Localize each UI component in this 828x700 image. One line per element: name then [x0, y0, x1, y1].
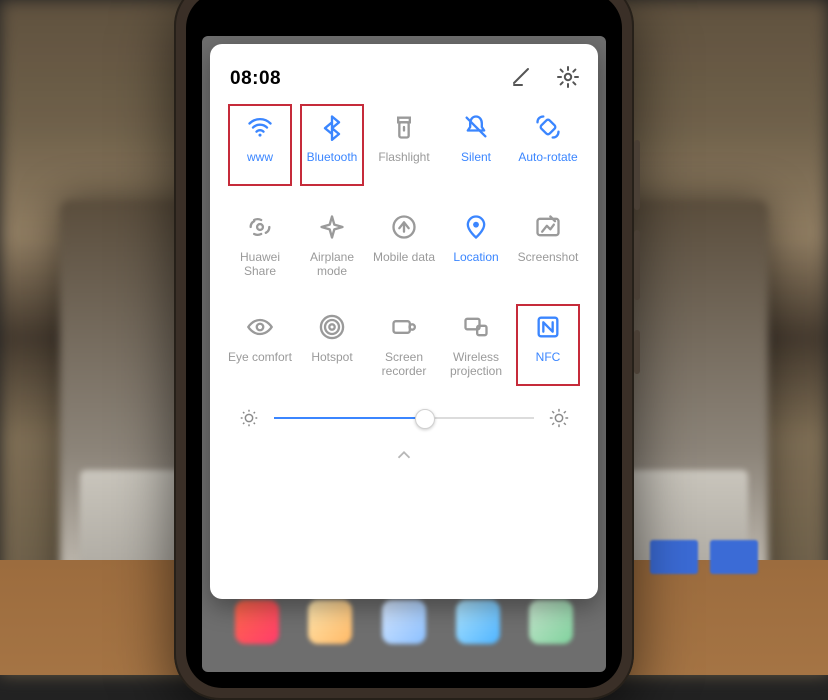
tile-label-silent: Silent	[461, 150, 491, 164]
tile-label-mobiledata: Mobile data	[373, 250, 435, 264]
tile-label-huaweishare: Huawei Share	[224, 250, 296, 278]
tile-mobiledata[interactable]: Mobile data	[368, 206, 440, 298]
wifi-icon	[245, 112, 275, 142]
tile-label-airplane: Airplane mode	[296, 250, 368, 278]
brightness-slider[interactable]	[238, 406, 570, 430]
tile-label-projection: Wireless projection	[450, 350, 502, 378]
volume-down-button[interactable]	[634, 230, 640, 300]
tile-silent[interactable]: Silent	[440, 106, 512, 198]
collapse-chevron-icon[interactable]	[224, 444, 584, 466]
power-button[interactable]	[634, 330, 640, 374]
tile-label-autorotate: Auto-rotate	[518, 150, 577, 164]
share-icon	[245, 212, 275, 242]
screenshot-icon	[533, 212, 563, 242]
tile-wifi[interactable]: www	[224, 106, 296, 198]
tile-airplane[interactable]: Airplane mode	[296, 206, 368, 298]
tile-label-eyecomfort: Eye comfort	[228, 350, 292, 364]
dock-app-5[interactable]	[529, 600, 573, 644]
tile-bluetooth[interactable]: Bluetooth	[296, 106, 368, 198]
dock-app-3[interactable]	[382, 600, 426, 644]
mobiledata-icon	[389, 212, 419, 242]
flashlight-icon	[389, 112, 419, 142]
tile-screenshot[interactable]: Screenshot	[512, 206, 584, 298]
home-dock	[202, 592, 606, 652]
airplane-icon	[317, 212, 347, 242]
brightness-low-icon	[238, 407, 260, 429]
location-icon	[461, 212, 491, 242]
edit-icon[interactable]	[510, 65, 534, 94]
silent-icon	[461, 112, 491, 142]
settings-icon[interactable]	[556, 65, 580, 94]
tile-location[interactable]: Location	[440, 206, 512, 298]
tile-recorder[interactable]: Screen recorder	[368, 306, 440, 398]
tile-label-wifi: www	[247, 150, 273, 164]
tile-label-hotspot: Hotspot	[311, 350, 352, 364]
nfc-icon	[533, 312, 563, 342]
hotspot-icon	[317, 312, 347, 342]
tile-nfc[interactable]: NFC	[512, 306, 584, 398]
tile-label-flashlight: Flashlight	[378, 150, 429, 164]
recorder-icon	[389, 312, 419, 342]
tile-autorotate[interactable]: Auto-rotate	[512, 106, 584, 198]
tile-label-screenshot: Screenshot	[518, 250, 579, 264]
brightness-high-icon	[548, 407, 570, 429]
tile-label-bluetooth: Bluetooth	[307, 150, 358, 164]
phone-screen: 08:08	[202, 36, 606, 672]
tile-label-nfc: NFC	[536, 350, 561, 364]
tile-label-recorder: Screen recorder	[382, 350, 427, 378]
dock-app-2[interactable]	[308, 600, 352, 644]
dock-app-1[interactable]	[235, 600, 279, 644]
dock-app-4[interactable]	[456, 600, 500, 644]
tile-flashlight[interactable]: Flashlight	[368, 106, 440, 198]
bluetooth-icon	[317, 112, 347, 142]
phone-frame: 08:08	[174, 0, 634, 700]
rotate-icon	[533, 112, 563, 142]
volume-up-button[interactable]	[634, 140, 640, 210]
status-clock: 08:08	[224, 68, 281, 90]
projection-icon	[461, 312, 491, 342]
tile-hotspot[interactable]: Hotspot	[296, 306, 368, 398]
tile-eyecomfort[interactable]: Eye comfort	[224, 306, 296, 398]
tile-huaweishare[interactable]: Huawei Share	[224, 206, 296, 298]
tile-label-location: Location	[453, 250, 498, 264]
eye-icon	[245, 312, 275, 342]
tile-projection[interactable]: Wireless projection	[440, 306, 512, 398]
quick-settings-panel: 08:08	[210, 44, 598, 599]
